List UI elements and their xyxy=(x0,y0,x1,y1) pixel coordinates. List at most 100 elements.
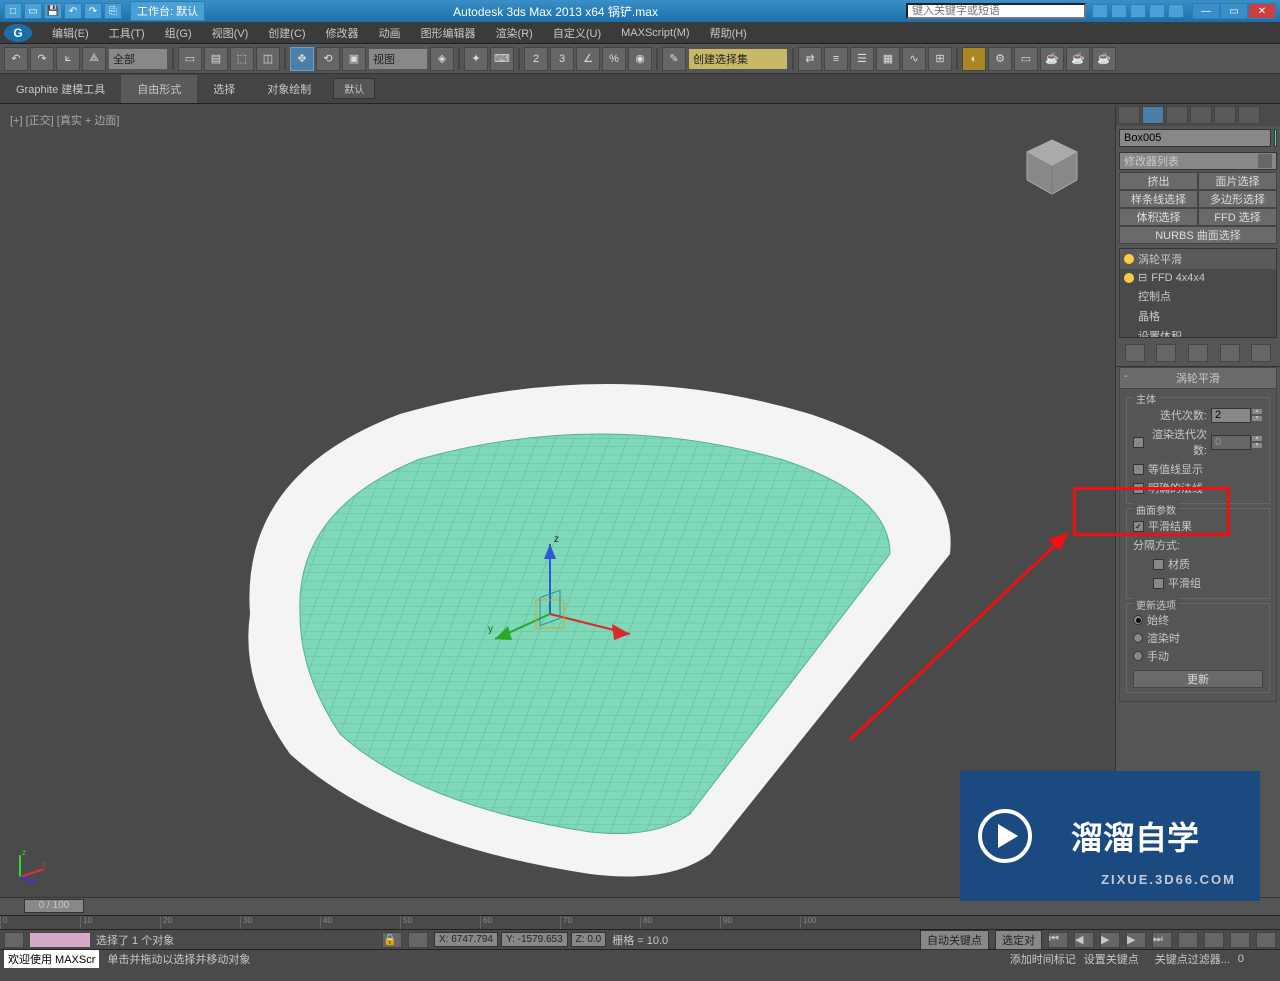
btn-poly-select[interactable]: 多边形选择 xyxy=(1198,190,1277,208)
menu-group[interactable]: 组(G) xyxy=(155,22,202,44)
render-button[interactable]: ☕ xyxy=(1040,47,1064,71)
curve-editor-button[interactable]: ∿ xyxy=(902,47,926,71)
rollout-header[interactable]: -涡轮平滑 xyxy=(1119,367,1277,389)
stack-ffd-setvol[interactable]: 设置体积 xyxy=(1120,326,1276,338)
align-button[interactable]: ≡ xyxy=(824,47,848,71)
nav-zoomall-icon[interactable] xyxy=(1204,932,1224,948)
qat-link-icon[interactable]: ⎘ xyxy=(104,3,122,19)
goto-end-icon[interactable]: ⏭ xyxy=(1152,932,1172,948)
nav-region-icon[interactable] xyxy=(1256,932,1276,948)
isoline-checkbox[interactable] xyxy=(1133,464,1144,475)
btn-nurbs-select[interactable]: NURBS 曲面选择 xyxy=(1119,226,1277,244)
render-iter-spinner[interactable]: ▲▼ xyxy=(1211,435,1263,450)
star-icon[interactable] xyxy=(1111,4,1127,18)
stack-ffd-cp[interactable]: 控制点 xyxy=(1120,286,1276,306)
ribbon-tab-objpaint[interactable]: 对象绘制 xyxy=(251,75,327,103)
timeline-ruler[interactable]: 0102030405060708090100 xyxy=(0,915,1280,929)
autokey-button[interactable]: 自动关键点 xyxy=(920,930,989,950)
smoothgroup-checkbox[interactable] xyxy=(1153,578,1164,589)
graphite-button[interactable]: ▦ xyxy=(876,47,900,71)
configure-icon[interactable] xyxy=(1251,344,1271,362)
btn-extrude[interactable]: 挤出 xyxy=(1119,172,1198,190)
goto-start-icon[interactable]: ⏮ xyxy=(1048,932,1068,948)
infocenter-icon[interactable] xyxy=(1092,4,1108,18)
schematic-button[interactable]: ⊞ xyxy=(928,47,952,71)
menu-tools[interactable]: 工具(T) xyxy=(99,22,155,44)
nav-fov-icon[interactable] xyxy=(1230,932,1250,948)
menu-graph[interactable]: 图形编辑器 xyxy=(411,22,486,44)
menu-animation[interactable]: 动画 xyxy=(369,22,411,44)
selection-filter[interactable]: 全部 xyxy=(108,48,168,70)
remove-mod-icon[interactable] xyxy=(1220,344,1240,362)
snap-2d-button[interactable]: 2 xyxy=(524,47,548,71)
region-rect-button[interactable]: ⬚ xyxy=(230,47,254,71)
object-color-swatch[interactable] xyxy=(1274,129,1277,147)
menu-create[interactable]: 创建(C) xyxy=(258,22,315,44)
viewport-label[interactable]: [+] [正交] [真实 + 边面] xyxy=(10,112,119,128)
modifier-list-dropdown[interactable]: 修改器列表 xyxy=(1119,152,1277,170)
lock-icon[interactable]: 🔒 xyxy=(382,932,402,948)
qat-save-icon[interactable]: 💾 xyxy=(44,3,62,19)
display-tab-icon[interactable] xyxy=(1214,106,1236,124)
pivot-button[interactable]: ◈ xyxy=(430,47,454,71)
btn-ffd-select[interactable]: FFD 选择 xyxy=(1198,208,1277,226)
menu-maxscript[interactable]: MAXScript(M) xyxy=(611,24,699,42)
material-editor-button[interactable]: ◐ xyxy=(962,47,986,71)
time-slider-handle[interactable]: 0 / 100 xyxy=(24,899,84,913)
listener-mini[interactable] xyxy=(30,933,90,947)
btn-spline-select[interactable]: 样条线选择 xyxy=(1119,190,1198,208)
qat-open-icon[interactable]: ▭ xyxy=(24,3,42,19)
render-frame-button[interactable]: ▭ xyxy=(1014,47,1038,71)
snap-percent-button[interactable]: % xyxy=(602,47,626,71)
edit-selset-button[interactable]: ✎ xyxy=(662,47,686,71)
stack-ffd[interactable]: ⊟ FFD 4x4x4 xyxy=(1120,269,1276,286)
pin-stack-icon[interactable] xyxy=(1125,344,1145,362)
ribbon-tab-graphite[interactable]: Graphite 建模工具 xyxy=(0,75,121,103)
unlink-button[interactable]: ⟁ xyxy=(82,47,106,71)
setkey-button[interactable]: 设置关键点 xyxy=(1084,951,1139,967)
radio-always[interactable] xyxy=(1133,615,1143,625)
snap-angle-button[interactable]: ∠ xyxy=(576,47,600,71)
lightbulb-icon[interactable] xyxy=(1124,273,1134,283)
viewcube-icon[interactable] xyxy=(1019,134,1085,200)
menu-render[interactable]: 渲染(R) xyxy=(486,22,543,44)
motion-tab-icon[interactable] xyxy=(1190,106,1212,124)
selected-dropdown[interactable]: 选定对 xyxy=(995,930,1042,950)
show-end-icon[interactable] xyxy=(1156,344,1176,362)
utilities-tab-icon[interactable] xyxy=(1238,106,1260,124)
play-icon[interactable]: ▶ xyxy=(1100,932,1120,948)
modifier-stack[interactable]: 涡轮平滑 ⊟ FFD 4x4x4 控制点 晶格 设置体积 ⊞ 可编辑多边形 xyxy=(1119,248,1277,338)
select-move-button[interactable]: ✥ xyxy=(290,47,314,71)
hierarchy-tab-icon[interactable] xyxy=(1166,106,1188,124)
select-manip-button[interactable]: ✦ xyxy=(464,47,488,71)
key-filter-button[interactable]: 关键点过滤器... xyxy=(1155,951,1230,967)
snap-spinner-button[interactable]: ◉ xyxy=(628,47,652,71)
redo-button[interactable]: ↷ xyxy=(30,47,54,71)
spinner-up-icon[interactable]: ▲ xyxy=(1251,408,1263,415)
smooth-checkbox[interactable]: ✓ xyxy=(1133,521,1144,532)
ribbon-tab-selection[interactable]: 选择 xyxy=(197,75,251,103)
link-button[interactable]: ⟀ xyxy=(56,47,80,71)
select-button[interactable]: ▭ xyxy=(178,47,202,71)
render-iter-checkbox[interactable] xyxy=(1133,437,1144,448)
radio-manual[interactable] xyxy=(1133,651,1143,661)
render-prod-button[interactable]: ☕ xyxy=(1066,47,1090,71)
render-iter-button[interactable]: ☕ xyxy=(1092,47,1116,71)
update-button[interactable]: 更新 xyxy=(1133,670,1263,688)
viewport[interactable]: [+] [正交] [真实 + 边面] z xyxy=(0,104,1115,897)
radio-render[interactable] xyxy=(1133,633,1143,643)
create-tab-icon[interactable] xyxy=(1118,106,1140,124)
help-icon[interactable] xyxy=(1168,4,1184,18)
keyboard-shortcut-button[interactable]: ⌨ xyxy=(490,47,514,71)
modify-tab-icon[interactable] xyxy=(1142,106,1164,124)
menu-customize[interactable]: 自定义(U) xyxy=(543,22,611,44)
workspace-selector[interactable]: 工作台: 默认 xyxy=(130,1,205,21)
menu-view[interactable]: 视图(V) xyxy=(202,22,259,44)
qat-undo-icon[interactable]: ↶ xyxy=(64,3,82,19)
named-selset-dropdown[interactable]: 创建选择集 xyxy=(688,48,788,70)
help-search-input[interactable] xyxy=(906,3,1086,19)
ref-coord-dropdown[interactable]: 视图 xyxy=(368,48,428,70)
material-checkbox[interactable] xyxy=(1153,559,1164,570)
app-menu-icon[interactable]: G xyxy=(4,24,32,42)
window-crossing-button[interactable]: ◫ xyxy=(256,47,280,71)
